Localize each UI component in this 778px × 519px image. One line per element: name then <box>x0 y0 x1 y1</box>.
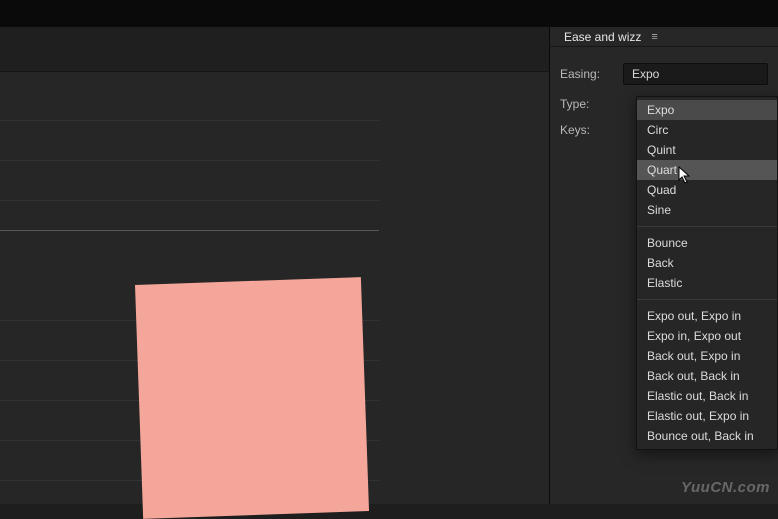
dropdown-item[interactable]: Expo <box>637 100 777 120</box>
watermark: YuuCN.com <box>681 479 770 496</box>
dropdown-item[interactable]: Back <box>637 253 777 273</box>
dropdown-item[interactable]: Elastic out, Expo in <box>637 406 777 426</box>
dropdown-item[interactable]: Quad <box>637 180 777 200</box>
guide-line <box>0 160 379 161</box>
easing-select-value: Expo <box>632 67 659 81</box>
panel-title: Ease and wizz <box>564 30 641 44</box>
guide-line <box>0 230 379 231</box>
shape-layer-square[interactable] <box>135 277 369 519</box>
viewport-canvas <box>0 72 549 504</box>
dropdown-item[interactable]: Circ <box>637 120 777 140</box>
dropdown-item[interactable]: Bounce out, Back in <box>637 426 777 446</box>
type-label: Type: <box>560 97 615 111</box>
app-title-bar <box>0 0 778 27</box>
easing-select[interactable]: Expo <box>623 63 768 85</box>
panel-menu-icon[interactable]: ≡ <box>651 31 656 43</box>
dropdown-item[interactable]: Quint <box>637 140 777 160</box>
dropdown-separator <box>637 226 777 227</box>
easing-row: Easing: Expo <box>550 57 778 91</box>
dropdown-group: BounceBackElastic <box>637 230 777 296</box>
viewport-header <box>0 27 549 72</box>
easing-label: Easing: <box>560 67 615 81</box>
dropdown-item[interactable]: Elastic <box>637 273 777 293</box>
dropdown-item[interactable]: Expo out, Expo in <box>637 306 777 326</box>
dropdown-group: Expo out, Expo inExpo in, Expo outBack o… <box>637 303 777 449</box>
dropdown-separator <box>637 299 777 300</box>
guide-line <box>0 120 379 121</box>
dropdown-item[interactable]: Elastic out, Back in <box>637 386 777 406</box>
dropdown-group: ExpoCircQuintQuartQuadSine <box>637 97 777 223</box>
dropdown-item[interactable]: Back out, Expo in <box>637 346 777 366</box>
guide-line <box>0 200 379 201</box>
keys-label: Keys: <box>560 123 615 137</box>
panel-header[interactable]: Ease and wizz ≡ <box>550 27 778 47</box>
dropdown-item[interactable]: Bounce <box>637 233 777 253</box>
dropdown-item[interactable]: Expo in, Expo out <box>637 326 777 346</box>
dropdown-item[interactable]: Quart <box>637 160 777 180</box>
dropdown-item[interactable]: Back out, Back in <box>637 366 777 386</box>
easing-dropdown: ExpoCircQuintQuartQuadSineBounceBackElas… <box>636 96 778 450</box>
composition-viewport <box>0 27 550 504</box>
dropdown-item[interactable]: Sine <box>637 200 777 220</box>
